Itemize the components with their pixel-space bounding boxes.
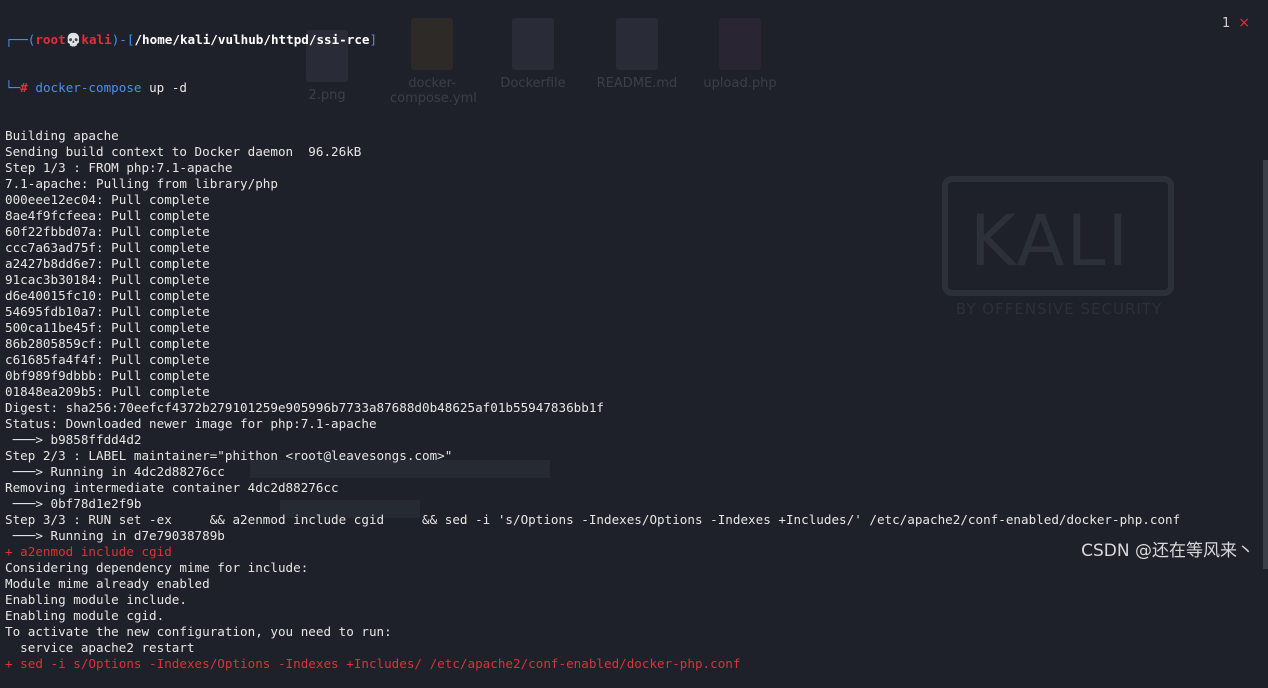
output-line: 91cac3b30184: Pull complete (5, 272, 210, 287)
output-lines: Building apache Sending build context to … (5, 128, 1255, 672)
prompt-user: root (35, 32, 66, 47)
prompt-path: /home/kali/vulhub/httpd/ssi-rce (134, 32, 370, 47)
output-line: service apache2 restart (5, 640, 195, 655)
output-line: Module mime already enabled (5, 576, 210, 591)
command-name: docker-compose (35, 80, 142, 95)
output-line: c61685fa4f4f: Pull complete (5, 352, 210, 367)
output-line: ───> Running in 4dc2d88276cc (5, 464, 225, 479)
output-line: Digest: sha256:70eefcf4372b279101259e905… (5, 400, 604, 415)
output-line: 000eee12ec04: Pull complete (5, 192, 210, 207)
output-line: To activate the new configuration, you n… (5, 624, 392, 639)
output-line: Status: Downloaded newer image for php:7… (5, 416, 377, 431)
skull-icon: 💀 (65, 32, 82, 47)
output-line: a2427b8dd6e7: Pull complete (5, 256, 210, 271)
terminal-output[interactable]: ┌──(root💀kali)-[/home/kali/vulhub/httpd/… (5, 0, 1255, 671)
output-line: 60f22fbbd07a: Pull complete (5, 224, 210, 239)
output-line: Step 2/3 : LABEL maintainer="phithon <ro… (5, 448, 453, 463)
prompt-bracket: ] (369, 32, 378, 47)
output-line: 54695fdb10a7: Pull complete (5, 304, 210, 319)
output-line: ccc7a63ad75f: Pull complete (5, 240, 210, 255)
csdn-watermark: CSDN @还在等风来丶 (1081, 541, 1254, 561)
output-line: ───> 0bf78d1e2f9b (5, 496, 142, 511)
output-line: Enabling module include. (5, 592, 187, 607)
command-line: └─# docker-compose up -d (5, 80, 1255, 96)
prompt-host: kali (81, 32, 112, 47)
prompt-line: ┌──(root💀kali)-[/home/kali/vulhub/httpd/… (5, 32, 1255, 48)
output-line: Enabling module cgid. (5, 608, 165, 623)
output-line: Removing intermediate container 4dc2d882… (5, 480, 339, 495)
output-line: + a2enmod include cgid (5, 544, 172, 559)
prompt-bracket: )-[ (111, 32, 135, 47)
output-line: 86b2805859cf: Pull complete (5, 336, 210, 351)
output-line: 7.1-apache: Pulling from library/php (5, 176, 278, 191)
output-line: Step 1/3 : FROM php:7.1-apache (5, 160, 233, 175)
prompt-bracket: └─ (5, 80, 21, 95)
prompt-hash: # (20, 80, 28, 95)
output-line: Sending build context to Docker daemon 9… (5, 144, 362, 159)
terminal-scrollbar[interactable] (1263, 160, 1268, 569)
output-line: 01848ea209b5: Pull complete (5, 384, 210, 399)
prompt-bracket: ┌──( (5, 32, 36, 47)
output-line: d6e40015fc10: Pull complete (5, 288, 210, 303)
output-line: + sed -i s/Options -Indexes/Options -Ind… (5, 656, 741, 671)
output-line: Building apache (5, 128, 119, 143)
output-line: Step 3/3 : RUN set -ex && a2enmod includ… (5, 512, 1181, 527)
output-line: 500ca11be45f: Pull complete (5, 320, 210, 335)
output-line: ───> b9858ffdd4d2 (5, 432, 142, 447)
command-args: up -d (141, 80, 188, 95)
output-line: 0bf989f9dbbb: Pull complete (5, 368, 210, 383)
output-line: 8ae4f9fcfeea: Pull complete (5, 208, 210, 223)
output-line: ───> Running in d7e79038789b (5, 528, 225, 543)
output-line: Considering dependency mime for include: (5, 560, 309, 575)
